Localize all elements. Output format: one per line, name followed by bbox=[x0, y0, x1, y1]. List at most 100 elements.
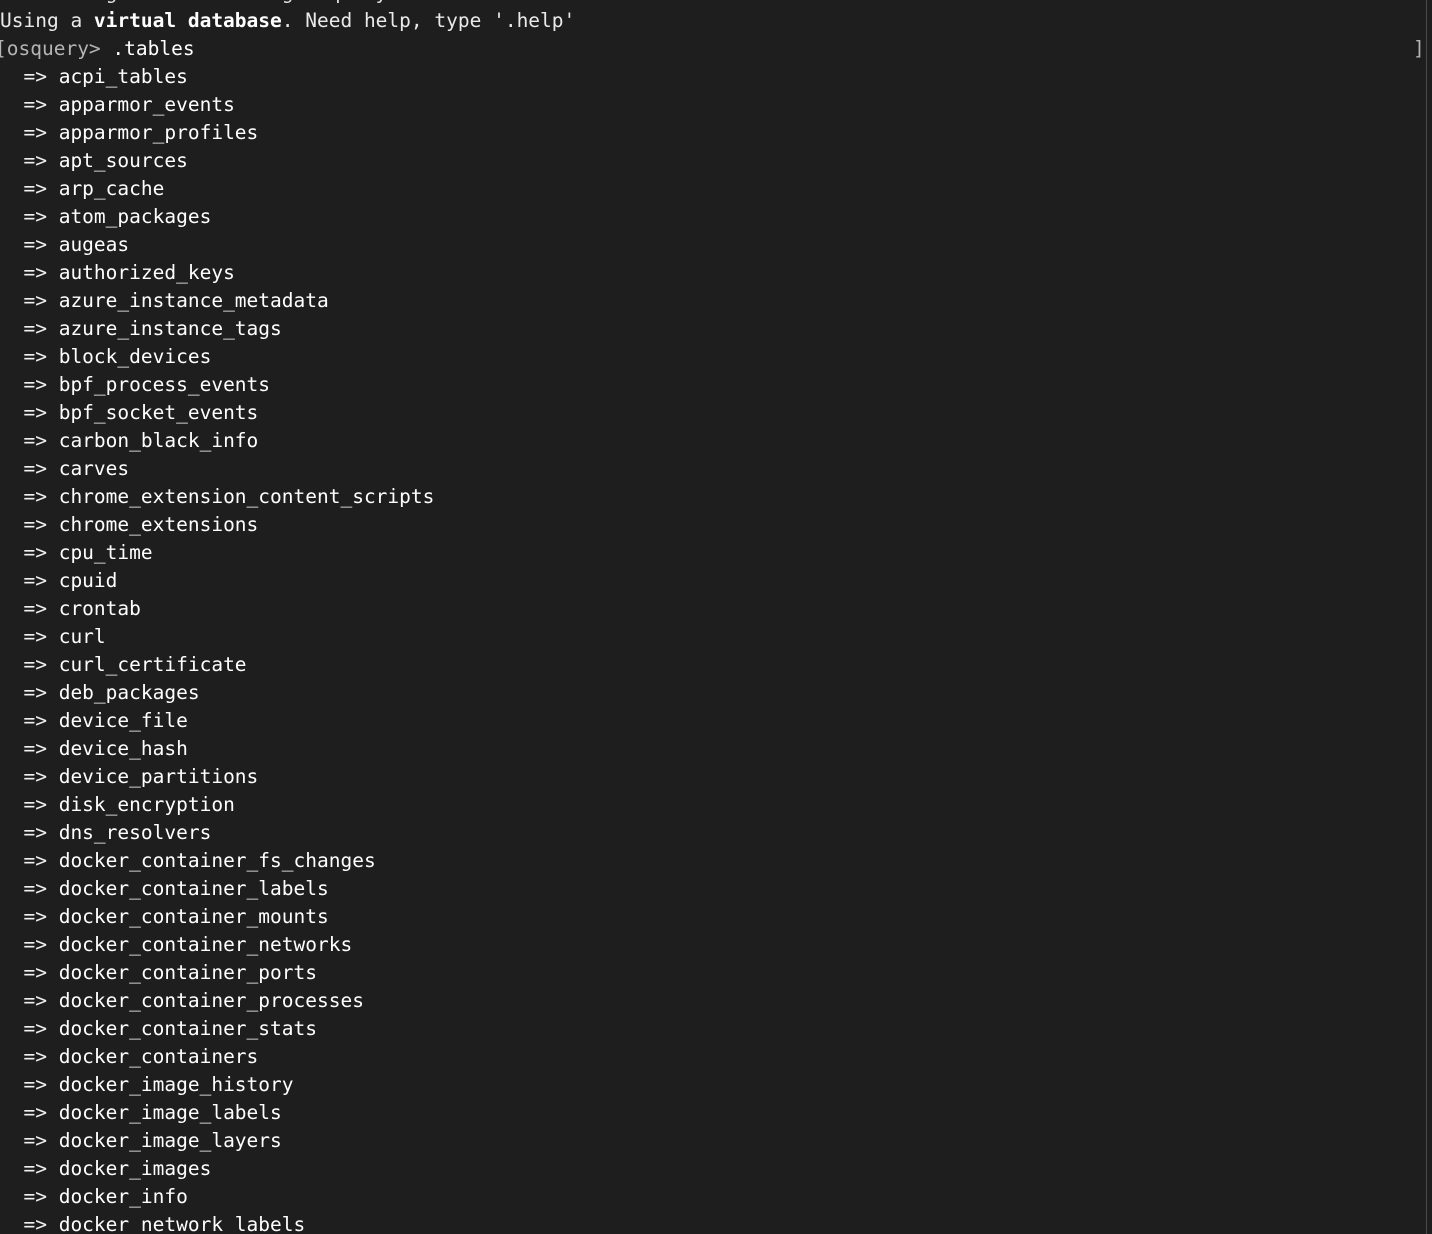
table-name: docker_info bbox=[58, 1185, 188, 1208]
arrow-icon: => bbox=[0, 765, 59, 788]
arrow-icon: => bbox=[0, 373, 59, 396]
table-list-item: => azure_instance_tags bbox=[0, 315, 1432, 343]
table-list-item: => device_file bbox=[0, 707, 1432, 735]
table-list-item: => apt_sources bbox=[0, 147, 1432, 175]
prompt-command[interactable]: .tables bbox=[112, 37, 194, 60]
table-name: cpu_time bbox=[58, 541, 153, 564]
table-name: azure_instance_tags bbox=[58, 317, 282, 340]
table-name: docker_image_history bbox=[58, 1073, 294, 1096]
arrow-icon: => bbox=[0, 569, 59, 592]
arrow-icon: => bbox=[0, 93, 59, 116]
banner-bold-text: virtual database bbox=[93, 9, 282, 32]
end-of-line-bracket: ] bbox=[1413, 37, 1425, 60]
table-name: curl_certificate bbox=[58, 653, 247, 676]
table-list-item: => docker_container_processes bbox=[0, 987, 1432, 1015]
table-list-item: => docker_network_labels bbox=[0, 1211, 1432, 1234]
arrow-icon: => bbox=[0, 1101, 59, 1124]
arrow-icon: => bbox=[0, 205, 59, 228]
table-list-item: => disk_encryption bbox=[0, 791, 1432, 819]
arrow-icon: => bbox=[0, 989, 59, 1012]
table-list-item: => atom_packages bbox=[0, 203, 1432, 231]
table-list-item: => apparmor_events bbox=[0, 91, 1432, 119]
table-list-item: => deb_packages bbox=[0, 679, 1432, 707]
table-name: carves bbox=[58, 457, 130, 480]
table-name: carbon_black_info bbox=[58, 429, 259, 452]
arrow-icon: => bbox=[0, 345, 59, 368]
table-list-item: => bpf_socket_events bbox=[0, 399, 1432, 427]
table-list-item: => arp_cache bbox=[0, 175, 1432, 203]
table-name: docker_containers bbox=[58, 1045, 259, 1068]
arrow-icon: => bbox=[0, 793, 59, 816]
arrow-icon: => bbox=[0, 541, 59, 564]
table-name: curl bbox=[58, 625, 106, 648]
arrow-icon: => bbox=[0, 1073, 59, 1096]
arrow-icon: => bbox=[0, 233, 59, 256]
table-list-item: => docker_container_stats bbox=[0, 1015, 1432, 1043]
table-list-item: => authorized_keys bbox=[0, 259, 1432, 287]
table-name: chrome_extensions bbox=[58, 513, 259, 536]
table-list-item: => augeas bbox=[0, 231, 1432, 259]
arrow-icon: => bbox=[0, 177, 59, 200]
table-list-item: => block_devices bbox=[0, 343, 1432, 371]
arrow-icon: => bbox=[0, 681, 59, 704]
table-name: docker_image_labels bbox=[58, 1101, 282, 1124]
prompt-bracket: [ bbox=[0, 37, 7, 60]
table-name: block_devices bbox=[58, 345, 212, 368]
table-name: acpi_tables bbox=[58, 65, 188, 88]
table-list-item: => curl bbox=[0, 623, 1432, 651]
table-name: docker_container_labels bbox=[58, 877, 329, 900]
terminal-window[interactable]: Connecting to the running osquery instan… bbox=[0, 0, 1432, 1234]
table-list-item: => cpu_time bbox=[0, 539, 1432, 567]
table-name: docker_container_ports bbox=[58, 961, 317, 984]
table-list-item: => bpf_process_events bbox=[0, 371, 1432, 399]
arrow-icon: => bbox=[0, 961, 59, 984]
table-list-item: => carves bbox=[0, 455, 1432, 483]
scrollback-partial-line: Connecting to the running osquery instan… bbox=[0, 0, 1432, 7]
arrow-icon: => bbox=[0, 457, 59, 480]
arrow-icon: => bbox=[0, 1017, 59, 1040]
table-list-item: => docker_container_fs_changes bbox=[0, 847, 1432, 875]
arrow-icon: => bbox=[0, 597, 59, 620]
banner-suffix: . Need help, type '.help' bbox=[281, 9, 576, 32]
table-name: apt_sources bbox=[58, 149, 188, 172]
arrow-icon: => bbox=[0, 513, 59, 536]
table-name: cpuid bbox=[58, 569, 118, 592]
table-name: chrome_extension_content_scripts bbox=[58, 485, 435, 508]
table-name: atom_packages bbox=[58, 205, 212, 228]
arrow-icon: => bbox=[0, 121, 59, 144]
table-list-item: => docker_container_labels bbox=[0, 875, 1432, 903]
table-name: docker_container_mounts bbox=[58, 905, 329, 928]
arrow-icon: => bbox=[0, 289, 59, 312]
table-list-item: => docker_containers bbox=[0, 1043, 1432, 1071]
table-name: docker_images bbox=[58, 1157, 212, 1180]
arrow-icon: => bbox=[0, 1185, 59, 1208]
table-name: docker_container_processes bbox=[58, 989, 364, 1012]
table-name: device_hash bbox=[58, 737, 188, 760]
table-list: => acpi_tables => apparmor_events => app… bbox=[0, 63, 1432, 1234]
table-name: device_file bbox=[58, 709, 188, 732]
table-name: docker_network_labels bbox=[58, 1213, 306, 1234]
arrow-icon: => bbox=[0, 905, 59, 928]
table-list-item: => crontab bbox=[0, 595, 1432, 623]
arrow-icon: => bbox=[0, 653, 59, 676]
table-name: crontab bbox=[58, 597, 141, 620]
table-name: apparmor_profiles bbox=[58, 121, 259, 144]
arrow-icon: => bbox=[0, 317, 59, 340]
arrow-icon: => bbox=[0, 149, 59, 172]
table-list-item: => dns_resolvers bbox=[0, 819, 1432, 847]
table-name: authorized_keys bbox=[58, 261, 235, 284]
arrow-icon: => bbox=[0, 849, 59, 872]
table-list-item: => docker_images bbox=[0, 1155, 1432, 1183]
arrow-icon: => bbox=[0, 485, 59, 508]
table-list-item: => docker_image_labels bbox=[0, 1099, 1432, 1127]
arrow-icon: => bbox=[0, 877, 59, 900]
prompt-line[interactable]: [osquery> .tables bbox=[0, 35, 1432, 63]
table-name: azure_instance_metadata bbox=[58, 289, 329, 312]
table-list-item: => apparmor_profiles bbox=[0, 119, 1432, 147]
scrollbar-track[interactable] bbox=[1426, 0, 1432, 1234]
table-list-item: => cpuid bbox=[0, 567, 1432, 595]
arrow-icon: => bbox=[0, 709, 59, 732]
table-name: docker_container_networks bbox=[58, 933, 353, 956]
table-list-item: => chrome_extension_content_scripts bbox=[0, 483, 1432, 511]
arrow-icon: => bbox=[0, 401, 59, 424]
